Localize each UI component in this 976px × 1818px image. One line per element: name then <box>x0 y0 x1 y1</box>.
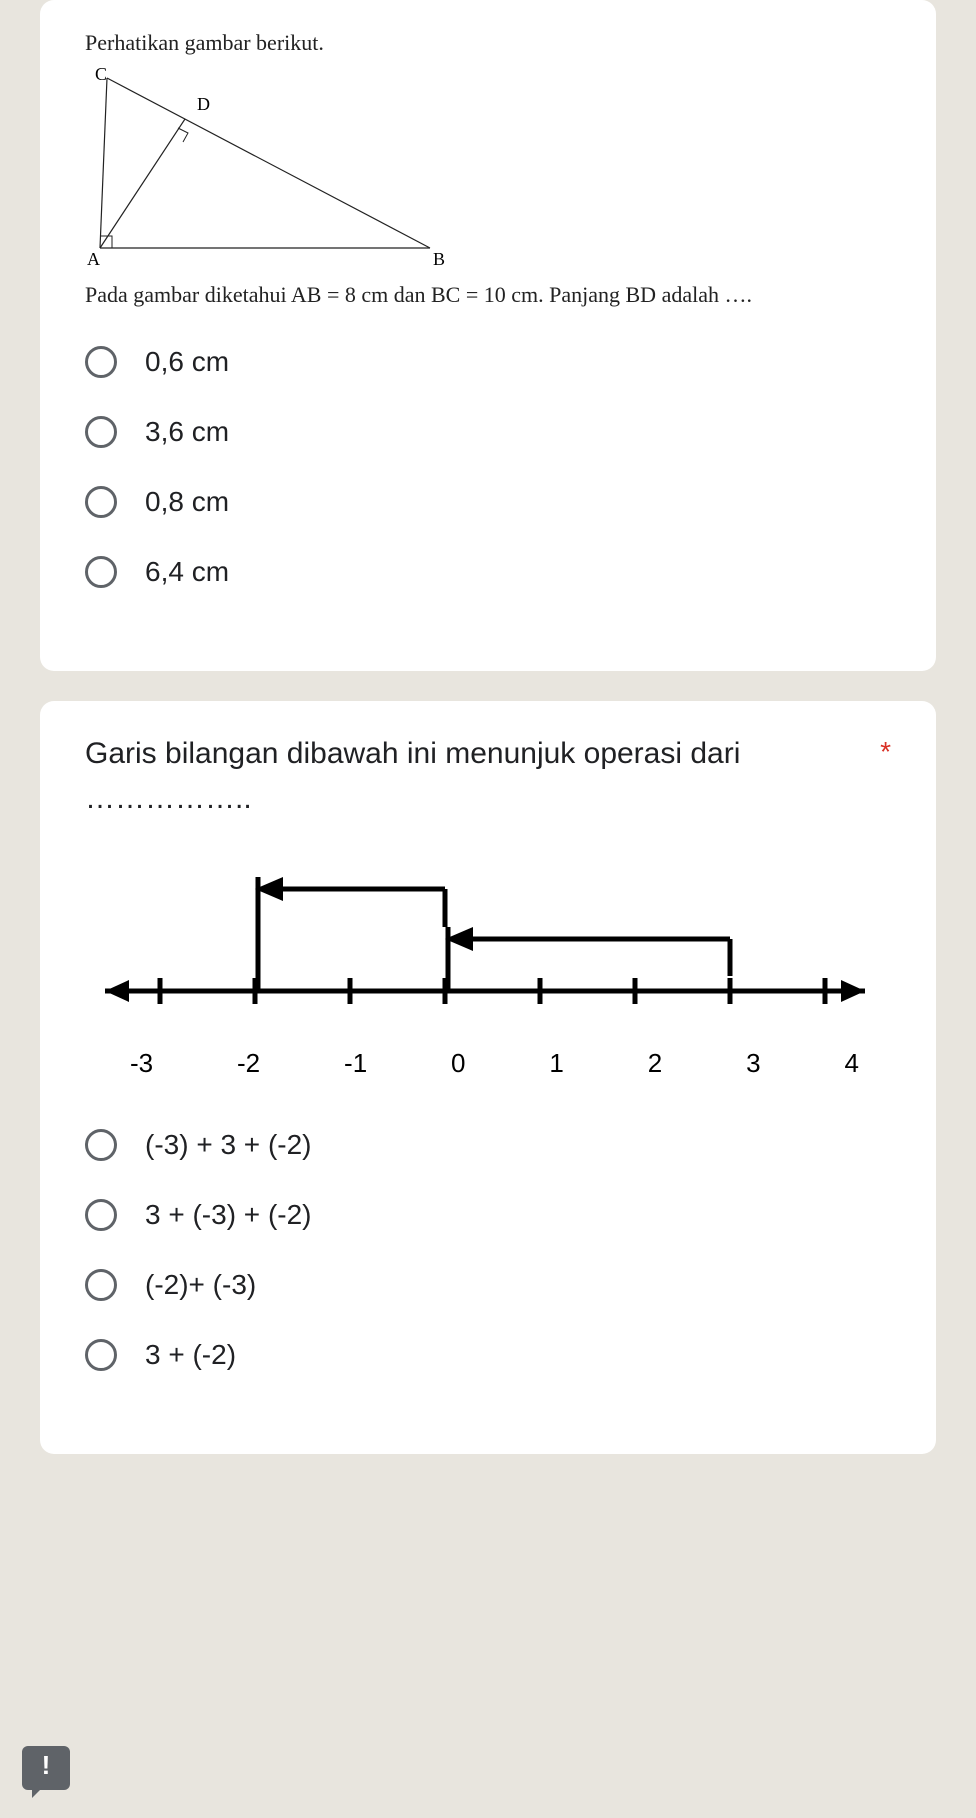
option-label: 3,6 cm <box>145 416 229 448</box>
triangle-svg <box>85 70 445 270</box>
q2-option-3[interactable]: 3 + (-2) <box>85 1339 891 1371</box>
q2-title-row: Garis bilangan dibawah ini menunjuk oper… <box>85 731 891 821</box>
radio-icon <box>85 346 117 378</box>
required-asterisk: * <box>880 731 891 773</box>
q1-option-0[interactable]: 0,6 cm <box>85 346 891 378</box>
q2-option-0[interactable]: (-3) + 3 + (-2) <box>85 1129 891 1161</box>
radio-icon <box>85 1199 117 1231</box>
question-card-2: Garis bilangan dibawah ini menunjuk oper… <box>40 701 936 1454</box>
q2-title-text: Garis bilangan dibawah ini menunjuk oper… <box>85 731 860 821</box>
q2-option-1[interactable]: 3 + (-3) + (-2) <box>85 1199 891 1231</box>
report-problem-button[interactable]: ! <box>22 1746 70 1790</box>
nl-label: 4 <box>844 1048 858 1079</box>
nl-label: 3 <box>746 1048 760 1079</box>
nl-label: -2 <box>237 1048 260 1079</box>
radio-icon <box>85 1129 117 1161</box>
option-label: (-3) + 3 + (-2) <box>145 1129 311 1161</box>
option-label: 3 + (-2) <box>145 1339 236 1371</box>
option-label: 3 + (-3) + (-2) <box>145 1199 311 1231</box>
q2-option-2[interactable]: (-2)+ (-3) <box>85 1269 891 1301</box>
nl-label: 0 <box>451 1048 465 1079</box>
q1-option-1[interactable]: 3,6 cm <box>85 416 891 448</box>
numberline-svg <box>95 871 875 1031</box>
option-label: 0,6 cm <box>145 346 229 378</box>
exclamation-icon: ! <box>42 1752 51 1778</box>
option-label: 0,8 cm <box>145 486 229 518</box>
radio-icon <box>85 416 117 448</box>
nl-label: -3 <box>130 1048 153 1079</box>
numberline-figure: -3 -2 -1 0 1 2 3 4 <box>95 871 881 1079</box>
nl-label: 1 <box>549 1048 563 1079</box>
radio-icon <box>85 1339 117 1371</box>
q1-option-2[interactable]: 0,8 cm <box>85 486 891 518</box>
triangle-figure: C D A B <box>85 64 891 274</box>
nl-label: 2 <box>648 1048 662 1079</box>
option-label: (-2)+ (-3) <box>145 1269 256 1301</box>
q1-subtext: Pada gambar diketahui AB = 8 cm dan BC =… <box>85 282 891 308</box>
option-label: 6,4 cm <box>145 556 229 588</box>
radio-icon <box>85 556 117 588</box>
q1-instruction: Perhatikan gambar berikut. <box>85 30 891 56</box>
radio-icon <box>85 1269 117 1301</box>
radio-icon <box>85 486 117 518</box>
question-card-1: Perhatikan gambar berikut. C D A B Pada … <box>40 0 936 671</box>
numberline-labels: -3 -2 -1 0 1 2 3 4 <box>95 1048 881 1079</box>
nl-label: -1 <box>344 1048 367 1079</box>
q1-option-3[interactable]: 6,4 cm <box>85 556 891 588</box>
